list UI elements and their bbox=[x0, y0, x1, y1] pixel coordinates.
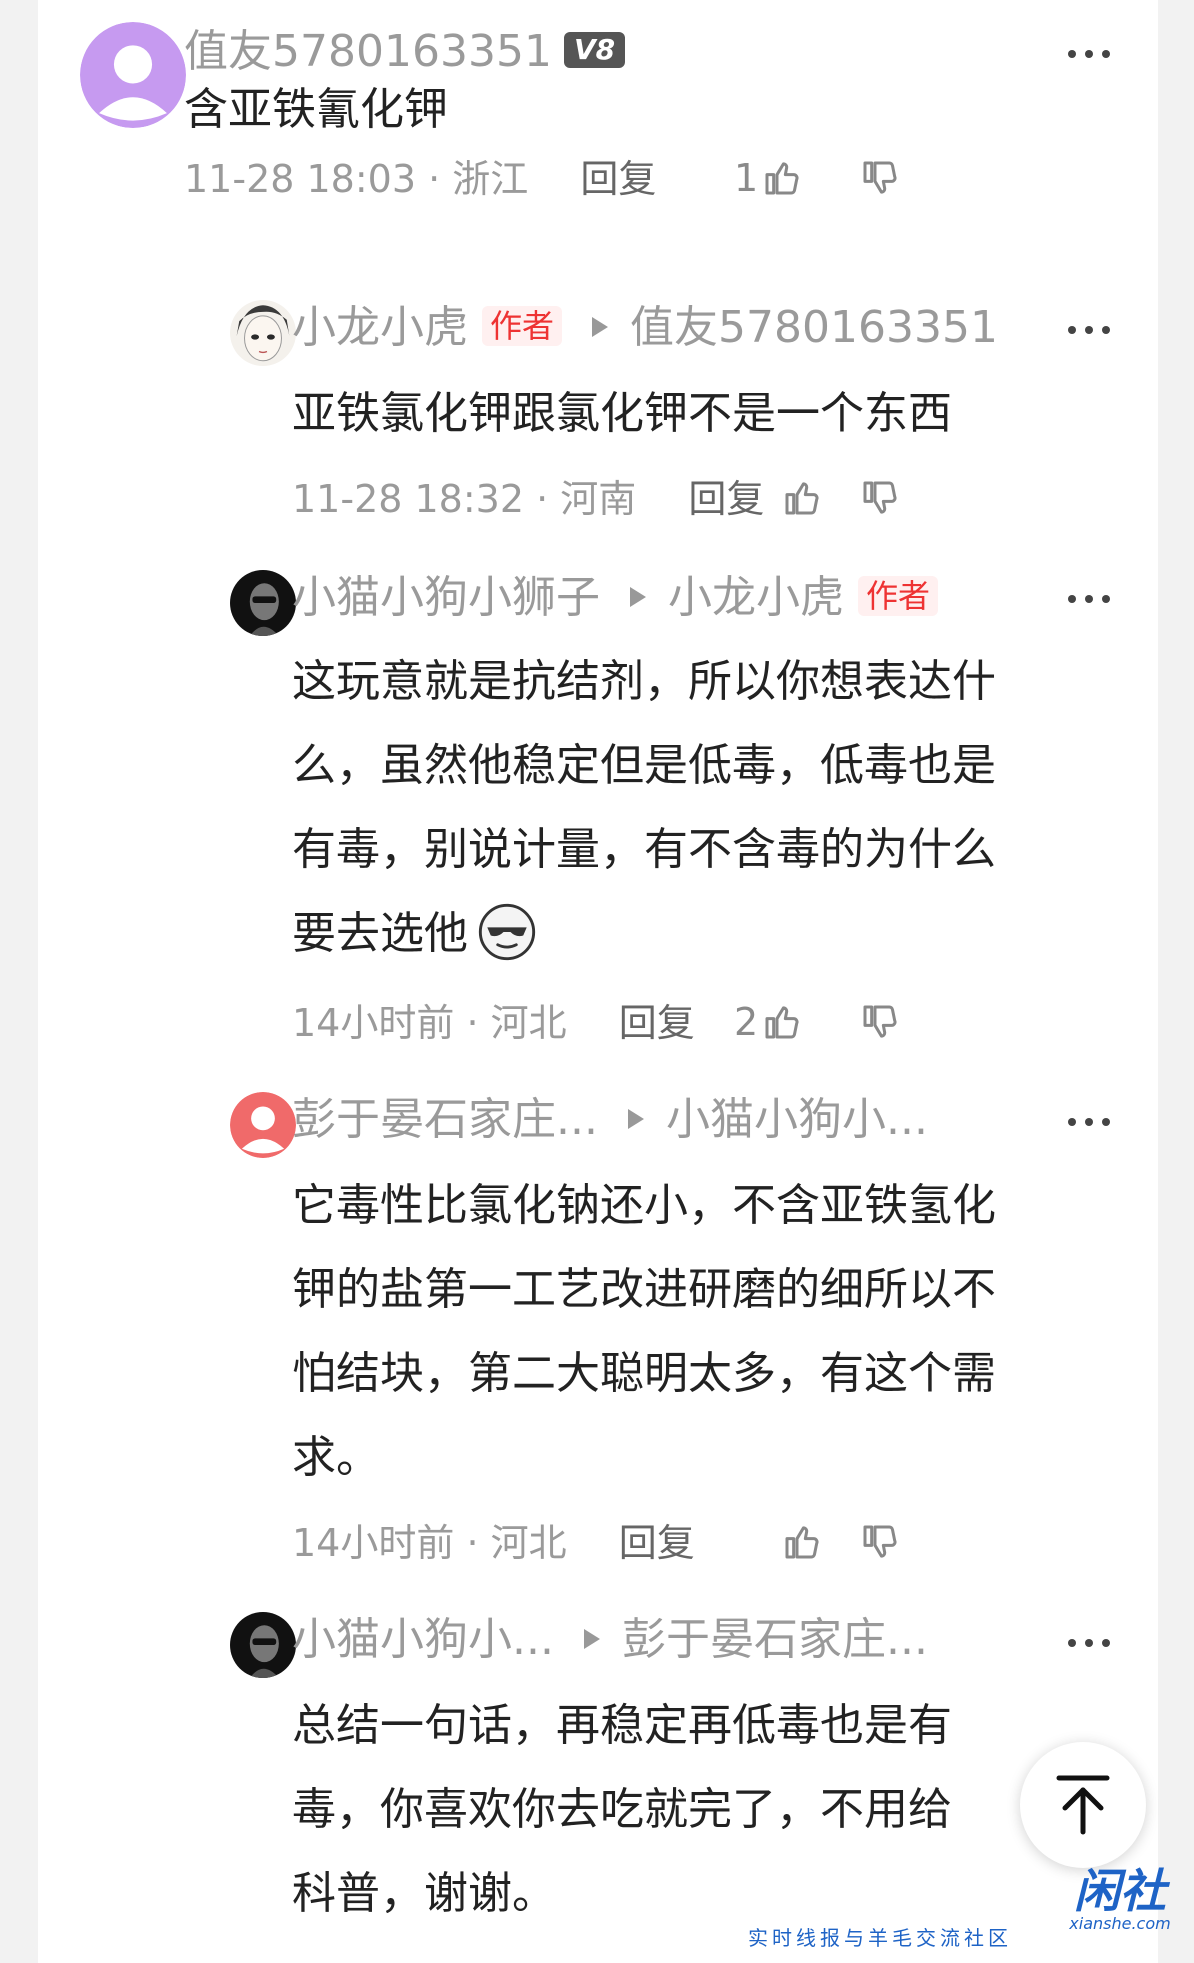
comment-text-line: 它毒性比氯化钠还小，不含亚铁氢化 bbox=[292, 1180, 996, 1231]
comment-list: 值友5780163351 V8 含亚铁氰化钾 11-28 18:03 · 浙江 回… bbox=[38, 0, 1158, 1963]
meta-separator: · bbox=[428, 157, 441, 201]
watermark-domain: xianshe.com bbox=[1069, 1914, 1171, 1933]
site-watermark: 闲社 xianshe.com bbox=[1056, 1868, 1184, 1932]
user-name-row: 小龙小虎 作者 值友5780163351 bbox=[292, 306, 998, 350]
watermark-slogan: 实时线报与羊毛交流社区 bbox=[748, 1926, 1012, 1950]
reply-to-user[interactable]: 小猫小狗小... bbox=[666, 1094, 928, 1145]
comment-text-line: 怕结块，第二大聪明太多，有这个需 bbox=[292, 1348, 996, 1399]
thumbs-up-icon bbox=[765, 162, 799, 195]
more-options-icon[interactable] bbox=[1068, 1117, 1110, 1127]
user-name[interactable]: 彭于晏石家庄... bbox=[292, 1094, 598, 1145]
more-options-icon[interactable] bbox=[1068, 49, 1110, 59]
comment-meta: 14小时前 · 河北 回复 bbox=[292, 1004, 695, 1042]
comment-location: 河北 bbox=[490, 1521, 567, 1565]
anime-portrait-avatar-icon bbox=[230, 300, 296, 366]
cool-sunglasses-emoji-icon bbox=[478, 903, 536, 961]
meta-separator: · bbox=[466, 1521, 479, 1565]
comment-text: 这玩意就是抗结剂，所以你想表达什 么，虽然他稳定但是低毒，低毒也是 有毒，别说计… bbox=[292, 640, 996, 976]
comment-location: 河北 bbox=[490, 1001, 567, 1045]
user-name-row: 彭于晏石家庄... 小猫小狗小... bbox=[292, 1098, 928, 1142]
user-name[interactable]: 小猫小狗小... bbox=[292, 1614, 554, 1665]
reply-button[interactable]: 回复 bbox=[688, 477, 764, 521]
comment-time: 11-28 18:03 bbox=[184, 157, 417, 201]
level-badge: V8 bbox=[563, 32, 626, 68]
thumbs-up-icon bbox=[785, 1526, 819, 1559]
more-options-icon[interactable] bbox=[1068, 594, 1110, 604]
thumbs-up-icon bbox=[785, 482, 819, 515]
default-user-avatar-icon bbox=[230, 1092, 296, 1158]
comment-meta: 11-28 18:03 · 浙江 回复 bbox=[184, 160, 656, 198]
like-count: 2 bbox=[734, 1000, 759, 1044]
dislike-button[interactable] bbox=[860, 1522, 900, 1562]
watermark-logo: 闲社 bbox=[1074, 1864, 1166, 1918]
user-avatar[interactable] bbox=[230, 300, 296, 366]
arrow-up-icon bbox=[1056, 1775, 1110, 1835]
user-name[interactable]: 小龙小虎 bbox=[292, 302, 468, 353]
reply-arrow-icon bbox=[583, 1629, 600, 1649]
like-button[interactable] bbox=[778, 1522, 822, 1562]
comment-time: 11-28 18:32 bbox=[292, 477, 525, 521]
user-avatar[interactable] bbox=[230, 1092, 296, 1158]
comment-text-line: 这玩意就是抗结剂，所以你想表达什 bbox=[292, 656, 996, 707]
thumbs-up-icon bbox=[765, 1006, 799, 1039]
comment-meta: 14小时前 · 河北 回复 bbox=[292, 1524, 695, 1562]
dislike-button[interactable] bbox=[860, 158, 900, 198]
comment-text-line: 有毒，别说计量，有不含毒的为什么 bbox=[292, 824, 996, 875]
user-avatar[interactable] bbox=[230, 570, 296, 636]
reply-to-user[interactable]: 值友5780163351 bbox=[630, 302, 998, 353]
user-avatar[interactable] bbox=[230, 1612, 296, 1678]
author-tag: 作者 bbox=[482, 306, 563, 346]
like-button[interactable] bbox=[778, 478, 822, 518]
dark-portrait-avatar-icon bbox=[230, 1612, 296, 1678]
user-name-row: 小猫小狗小狮子 小龙小虎 作者 bbox=[292, 576, 939, 620]
reply-button[interactable]: 回复 bbox=[619, 1521, 695, 1565]
meta-separator: · bbox=[466, 1001, 479, 1045]
comment-location: 浙江 bbox=[452, 157, 529, 201]
comment-text: 亚铁氯化钾跟氯化钾不是一个东西 bbox=[292, 388, 952, 439]
comment-text-line: 么，虽然他稳定但是低毒，低毒也是 bbox=[292, 740, 996, 791]
comment-time: 14小时前 bbox=[292, 1001, 455, 1045]
more-options-icon[interactable] bbox=[1068, 325, 1110, 335]
comment-text: 含亚铁氰化钾 bbox=[184, 84, 448, 135]
reply-arrow-icon bbox=[627, 1109, 644, 1129]
default-user-avatar-icon bbox=[80, 22, 186, 128]
comment-text-line: 要去选他 bbox=[292, 908, 468, 959]
more-options-icon[interactable] bbox=[1068, 1638, 1110, 1648]
comment-text: 总结一句话，再稳定再低毒也是有 毒，你喜欢你去吃就完了，不用给 科普，谢谢。 bbox=[292, 1684, 1062, 1936]
comment-text-line: 总结一句话，再稳定再低毒也是有 bbox=[292, 1700, 952, 1751]
reply-button[interactable]: 回复 bbox=[580, 157, 656, 201]
user-avatar[interactable] bbox=[80, 22, 186, 128]
meta-separator: · bbox=[536, 477, 549, 521]
reply-button[interactable]: 回复 bbox=[619, 1001, 695, 1045]
reply-arrow-icon bbox=[592, 317, 609, 337]
author-tag: 作者 bbox=[858, 576, 939, 616]
comment-time: 14小时前 bbox=[292, 1521, 455, 1565]
like-button[interactable]: 1 bbox=[734, 158, 802, 198]
reply-to-user[interactable]: 彭于晏石家庄... bbox=[622, 1614, 928, 1665]
comment-text-line: 钾的盐第一工艺改进研磨的细所以不 bbox=[292, 1264, 996, 1315]
like-count: 1 bbox=[734, 156, 759, 200]
dislike-button[interactable] bbox=[860, 478, 900, 518]
reply-arrow-icon bbox=[630, 587, 646, 607]
thumbs-down-icon bbox=[863, 161, 897, 194]
comment-text-line: 求。 bbox=[292, 1432, 380, 1483]
user-name[interactable]: 小猫小狗小狮子 bbox=[292, 572, 600, 623]
thumbs-down-icon bbox=[863, 1525, 897, 1558]
comment-text-line: 毒，你喜欢你去吃就完了，不用给 bbox=[292, 1784, 952, 1835]
thumbs-down-icon bbox=[863, 1005, 897, 1038]
dislike-button[interactable] bbox=[860, 1002, 900, 1042]
thumbs-down-icon bbox=[863, 481, 897, 514]
like-button[interactable]: 2 bbox=[734, 1002, 802, 1042]
user-name-row: 小猫小狗小... 彭于晏石家庄... bbox=[292, 1618, 928, 1662]
reply-to-user[interactable]: 小龙小虎 bbox=[668, 572, 844, 623]
dark-portrait-avatar-icon bbox=[230, 570, 296, 636]
back-to-top-button[interactable] bbox=[1020, 1742, 1146, 1868]
comment-location: 河南 bbox=[560, 477, 637, 521]
comment-meta: 11-28 18:32 · 河南 回复 bbox=[292, 480, 764, 518]
comment-text: 它毒性比氯化钠还小，不含亚铁氢化 钾的盐第一工艺改进研磨的细所以不 怕结块，第二… bbox=[292, 1164, 996, 1500]
